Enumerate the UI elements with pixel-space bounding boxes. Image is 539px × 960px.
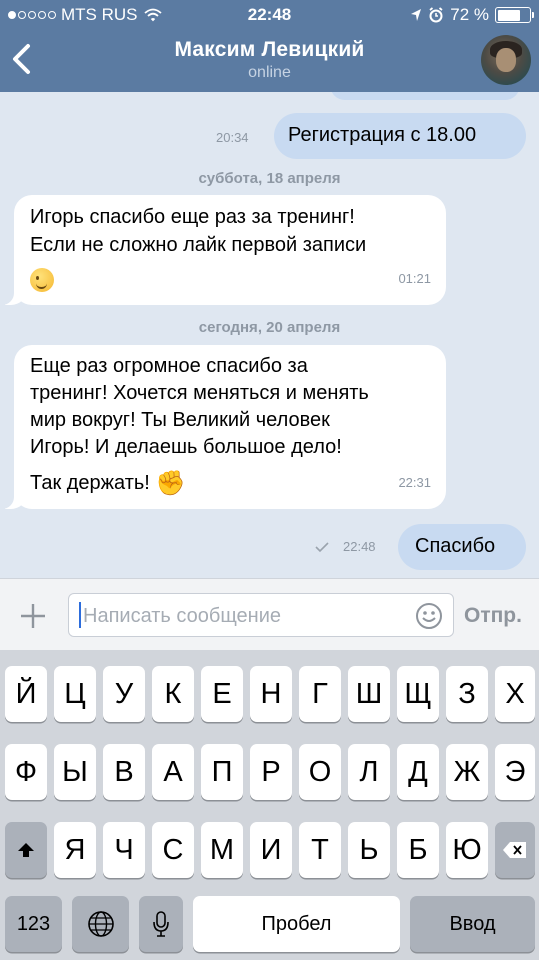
key[interactable]: Е [201, 666, 243, 722]
key[interactable]: Й [5, 666, 47, 722]
message-bubble-incoming[interactable]: Еще раз огромное спасибо за тренинг! Хоч… [0, 345, 446, 509]
backspace-icon [503, 842, 526, 858]
message-text-line: Так держать! [30, 472, 150, 494]
key[interactable]: Д [397, 744, 439, 800]
key[interactable]: У [103, 666, 145, 722]
key[interactable]: Ч [103, 822, 145, 878]
send-button[interactable]: Отпр. [464, 604, 522, 628]
contact-avatar[interactable] [481, 35, 531, 85]
shift-key[interactable] [5, 822, 47, 878]
attach-plus-icon[interactable] [18, 601, 48, 631]
message-list[interactable]: 20:34 Регистрация с 18.00 суббота, 18 ап… [0, 92, 539, 578]
globe-icon [87, 911, 114, 937]
status-right: 72 % [410, 5, 534, 25]
key[interactable]: В [103, 744, 145, 800]
thumbs-up-emoji-icon: ✊ [155, 469, 186, 497]
date-separator: суббота, 18 апреля [198, 170, 341, 187]
shift-arrow-icon [18, 843, 34, 857]
key[interactable]: Х [495, 666, 535, 722]
globe-key[interactable] [72, 896, 129, 952]
key[interactable]: З [446, 666, 488, 722]
space-key[interactable]: Пробел [193, 896, 400, 952]
key[interactable]: Т [299, 822, 341, 878]
message-time: 22:31 [398, 475, 431, 490]
emoji-smile-icon[interactable] [415, 602, 443, 630]
microphone-icon [153, 911, 169, 937]
key[interactable]: Ф [5, 744, 47, 800]
message-bubble-outgoing[interactable]: Спасибо [398, 524, 526, 570]
key[interactable]: А [152, 744, 194, 800]
key[interactable]: Б [397, 822, 439, 878]
key[interactable]: О [299, 744, 341, 800]
presence-status: online [248, 64, 291, 81]
status-bar: MTS RUS 22:48 72 % [0, 0, 539, 30]
message-input[interactable]: Написать сообщение [68, 593, 454, 637]
key[interactable]: М [201, 822, 243, 878]
message-text: Игорь спасибо еще раз за тренинг! Если н… [30, 206, 367, 256]
message-time: 20:34 [216, 130, 249, 145]
location-arrow-icon [411, 9, 422, 21]
key[interactable]: П [201, 744, 243, 800]
chat-title[interactable]: Максим Левицкий [0, 38, 539, 62]
message-time: 22:48 [343, 539, 376, 554]
key[interactable]: Ю [446, 822, 488, 878]
text-caret [79, 602, 81, 628]
navigation-header: MTS RUS 22:48 72 % Максим Левицкий onlin… [0, 0, 539, 92]
key[interactable]: Ь [348, 822, 390, 878]
sent-check-icon [315, 542, 329, 553]
key[interactable]: Р [250, 744, 292, 800]
message-time: 01:21 [398, 271, 431, 286]
return-key[interactable]: Ввод [410, 896, 535, 952]
key[interactable]: Ж [446, 744, 488, 800]
dictation-key[interactable] [139, 896, 183, 952]
key[interactable]: Г [299, 666, 341, 722]
key[interactable]: Э [495, 744, 535, 800]
battery-icon [495, 7, 534, 23]
backspace-key[interactable] [495, 822, 535, 878]
key[interactable]: Н [250, 666, 292, 722]
alarm-icon [429, 7, 443, 23]
key[interactable]: С [152, 822, 194, 878]
key[interactable]: И [250, 822, 292, 878]
message-text: Еще раз огромное спасибо за тренинг! Хоч… [30, 355, 369, 458]
message-text: Регистрация с 18.00 [288, 124, 477, 146]
battery-percent: 72 % [450, 5, 489, 24]
key[interactable]: Л [348, 744, 390, 800]
key[interactable]: Ц [54, 666, 96, 722]
keyboard: Й Ц У К Е Н Г Ш Щ З Х Ф Ы В А П Р О Л Д … [0, 650, 539, 960]
message-bubble-outgoing[interactable]: Регистрация с 18.00 [274, 113, 526, 159]
key[interactable]: Ш [348, 666, 390, 722]
key[interactable]: К [152, 666, 194, 722]
message-bubble-partial [330, 92, 520, 100]
key[interactable]: Ы [54, 744, 96, 800]
key[interactable]: Я [54, 822, 96, 878]
message-bubble-incoming[interactable]: Игорь спасибо еще раз за тренинг! Если н… [0, 195, 446, 305]
message-input-placeholder: Написать сообщение [83, 605, 282, 627]
battery-fill [497, 9, 520, 21]
date-separator: сегодня, 20 апреля [198, 319, 341, 336]
key[interactable]: Щ [397, 666, 439, 722]
compose-bar: Написать сообщение Отпр. [0, 578, 539, 650]
numbers-key[interactable]: 123 [5, 896, 62, 952]
message-text: Спасибо [415, 535, 496, 557]
wink-emoji-icon [30, 267, 54, 292]
